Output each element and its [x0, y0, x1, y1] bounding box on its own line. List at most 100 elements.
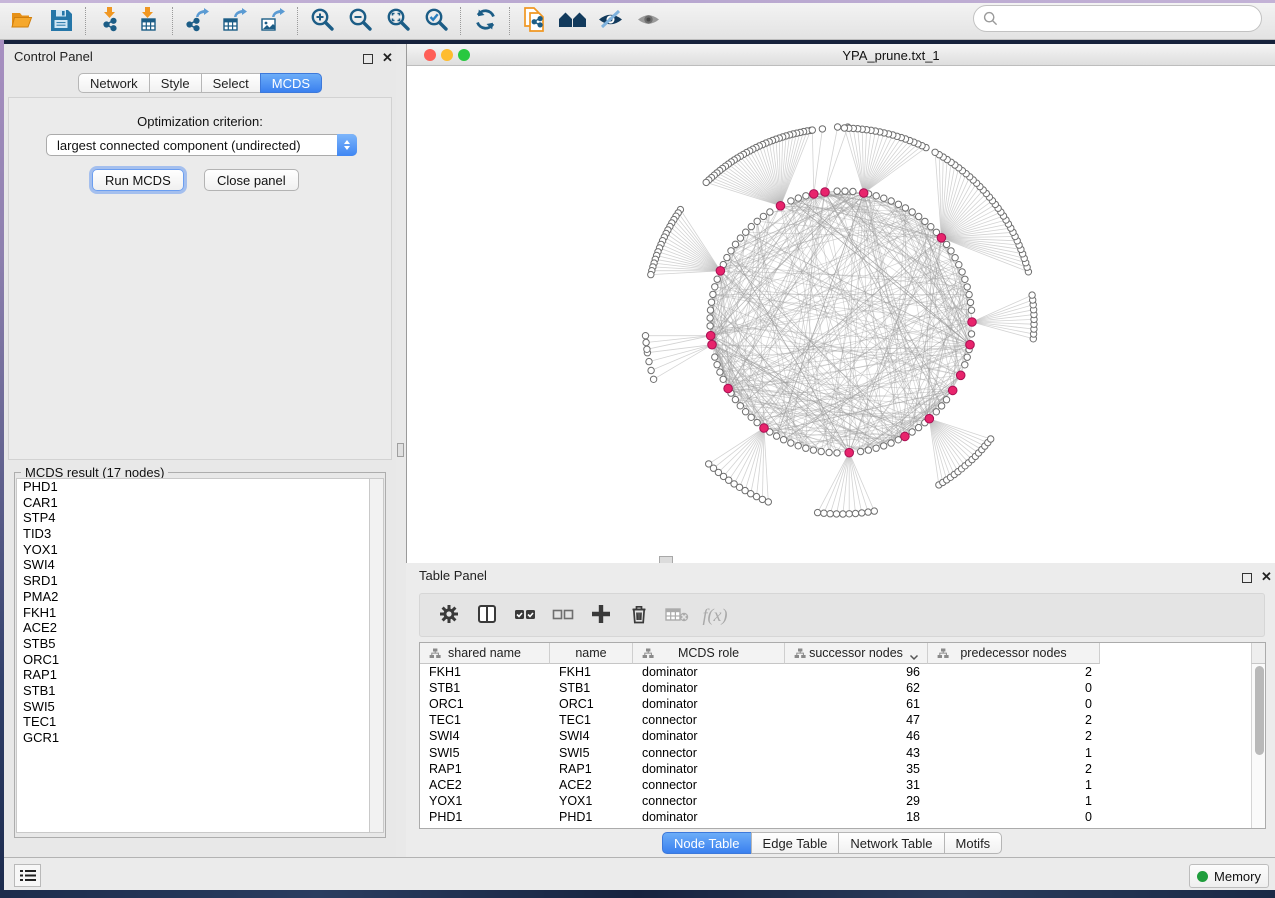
mcds-result-item[interactable]: YOX1 — [17, 542, 370, 558]
mcds-result-item[interactable]: ACE2 — [17, 620, 370, 636]
mcds-result-item[interactable]: FKH1 — [17, 605, 370, 621]
tab-network[interactable]: Network — [78, 73, 150, 93]
mcds-result-item[interactable]: STB1 — [17, 683, 370, 699]
mcds-result-item[interactable]: SRD1 — [17, 573, 370, 589]
table-cell: 1 — [928, 746, 1100, 760]
table-cell: connector — [633, 713, 785, 727]
columns-button[interactable] — [470, 598, 504, 632]
table-row[interactable]: SWI4SWI4dominator462 — [420, 728, 1251, 744]
mcds-result-item[interactable]: GCR1 — [17, 730, 370, 746]
mcds-result-item[interactable]: TID3 — [17, 526, 370, 542]
column-label: name — [575, 646, 606, 660]
mcds-result-item[interactable]: PHD1 — [17, 479, 370, 495]
mcds-result-item[interactable]: CAR1 — [17, 495, 370, 511]
add-icon — [590, 603, 612, 628]
network-graph[interactable] — [407, 66, 1275, 563]
column-header-MCDS-role[interactable]: MCDS role — [633, 643, 785, 664]
export-image-button[interactable] — [254, 5, 292, 37]
table-row[interactable]: TEC1TEC1connector472 — [420, 712, 1251, 728]
task-history-button[interactable] — [14, 864, 41, 887]
column-header-shared-name[interactable]: shared name — [420, 643, 550, 664]
export-table-button[interactable] — [216, 5, 254, 37]
float-panel-icon[interactable] — [363, 54, 373, 64]
tab-node-table[interactable]: Node Table — [662, 832, 752, 854]
table-row[interactable]: SWI5SWI5connector431 — [420, 744, 1251, 760]
window-close-icon[interactable] — [424, 49, 436, 61]
mcds-result-item[interactable]: SWI4 — [17, 557, 370, 573]
sort-chevron-icon — [909, 650, 919, 664]
hide-selected-button[interactable] — [591, 5, 629, 37]
save-icon — [48, 7, 74, 36]
select-all-button[interactable] — [508, 598, 542, 632]
table-cell: ORC1 — [420, 697, 550, 711]
zoom-in-button[interactable] — [303, 5, 341, 37]
apply-layout-button[interactable] — [466, 5, 504, 37]
table-row[interactable]: STB1STB1dominator620 — [420, 680, 1251, 696]
mcds-result-item[interactable]: STB5 — [17, 636, 370, 652]
table-float-icon[interactable] — [1242, 573, 1252, 583]
tab-style[interactable]: Style — [149, 73, 202, 93]
save-session-button[interactable] — [42, 5, 80, 37]
open-file-button[interactable] — [4, 5, 42, 37]
tab-mcds[interactable]: MCDS — [260, 73, 322, 93]
mcds-list-scrollbar[interactable] — [369, 478, 384, 833]
import-network-button[interactable] — [91, 5, 129, 37]
export-network-button[interactable] — [178, 5, 216, 37]
dropdown-selected-value: largest connected component (undirected) — [47, 138, 337, 153]
clone-network-button[interactable] — [515, 5, 553, 37]
table-cell: 43 — [785, 746, 928, 760]
deselect-all-button[interactable] — [546, 598, 580, 632]
panel-divider-handle[interactable] — [397, 443, 404, 457]
memory-button[interactable]: Memory — [1189, 864, 1269, 888]
search-field[interactable] — [973, 5, 1262, 32]
run-mcds-button[interactable]: Run MCDS — [92, 169, 184, 191]
first-neighbors-button[interactable] — [553, 5, 591, 37]
zoom-fit-button[interactable] — [379, 5, 417, 37]
import-table-button[interactable] — [129, 5, 167, 37]
window-minimize-icon[interactable] — [441, 49, 453, 61]
mcds-result-item[interactable]: TEC1 — [17, 714, 370, 730]
column-header-predecessor-nodes[interactable]: predecessor nodes — [928, 643, 1100, 664]
zoom-selected-button[interactable] — [417, 5, 455, 37]
mcds-result-item[interactable]: RAP1 — [17, 667, 370, 683]
search-input[interactable] — [998, 9, 1261, 29]
mcds-result-group: MCDS result (17 nodes) PHD1CAR1STP4TID3Y… — [14, 472, 386, 838]
mcds-dominator-nodes[interactable] — [706, 188, 976, 457]
panel-divider[interactable] — [396, 44, 406, 857]
zoom-out-button[interactable] — [341, 5, 379, 37]
mcds-result-item[interactable]: PMA2 — [17, 589, 370, 605]
table-row[interactable]: ORC1ORC1dominator610 — [420, 696, 1251, 712]
optimization-criterion-dropdown[interactable]: largest connected component (undirected) — [46, 134, 357, 156]
table-cell: connector — [633, 794, 785, 808]
close-panel-button[interactable]: Close panel — [204, 169, 299, 191]
table-close-icon[interactable]: ✕ — [1261, 572, 1272, 582]
column-header-name[interactable]: name — [550, 643, 633, 664]
table-row[interactable]: YOX1YOX1connector291 — [420, 793, 1251, 809]
trash-button[interactable] — [622, 598, 656, 632]
network-window-titlebar[interactable]: YPA_prune.txt_1 — [407, 44, 1275, 66]
mcds-result-item[interactable]: ORC1 — [17, 652, 370, 668]
mcds-result-item[interactable]: STP4 — [17, 510, 370, 526]
tab-select[interactable]: Select — [201, 73, 261, 93]
network-canvas[interactable] — [407, 66, 1275, 563]
mcds-result-list[interactable]: PHD1CAR1STP4TID3YOX1SWI4SRD1PMA2FKH1ACE2… — [16, 478, 370, 833]
add-button[interactable] — [584, 598, 618, 632]
table-scrollbar-thumb[interactable] — [1255, 666, 1264, 755]
window-maximize-icon[interactable] — [458, 49, 470, 61]
tab-edge-table[interactable]: Edge Table — [751, 832, 840, 854]
table-cell: 46 — [785, 729, 928, 743]
table-row[interactable]: PHD1PHD1dominator180 — [420, 809, 1251, 825]
table-row[interactable]: FKH1FKH1dominator962 — [420, 664, 1251, 680]
tab-network-table[interactable]: Network Table — [838, 832, 944, 854]
table-row[interactable]: ACE2ACE2connector311 — [420, 777, 1251, 793]
column-header-successor-nodes[interactable]: successor nodes — [785, 643, 928, 664]
tab-motifs[interactable]: Motifs — [944, 832, 1003, 854]
table-cell: 35 — [785, 762, 928, 776]
table-scrollbar[interactable] — [1251, 664, 1265, 828]
show-all-button[interactable] — [629, 5, 667, 37]
gear-button[interactable] — [432, 598, 466, 632]
mcds-options-panel: Optimization criterion: largest connecte… — [8, 97, 392, 460]
table-row[interactable]: RAP1RAP1dominator352 — [420, 761, 1251, 777]
mcds-result-item[interactable]: SWI5 — [17, 699, 370, 715]
close-panel-icon[interactable]: ✕ — [382, 53, 393, 63]
